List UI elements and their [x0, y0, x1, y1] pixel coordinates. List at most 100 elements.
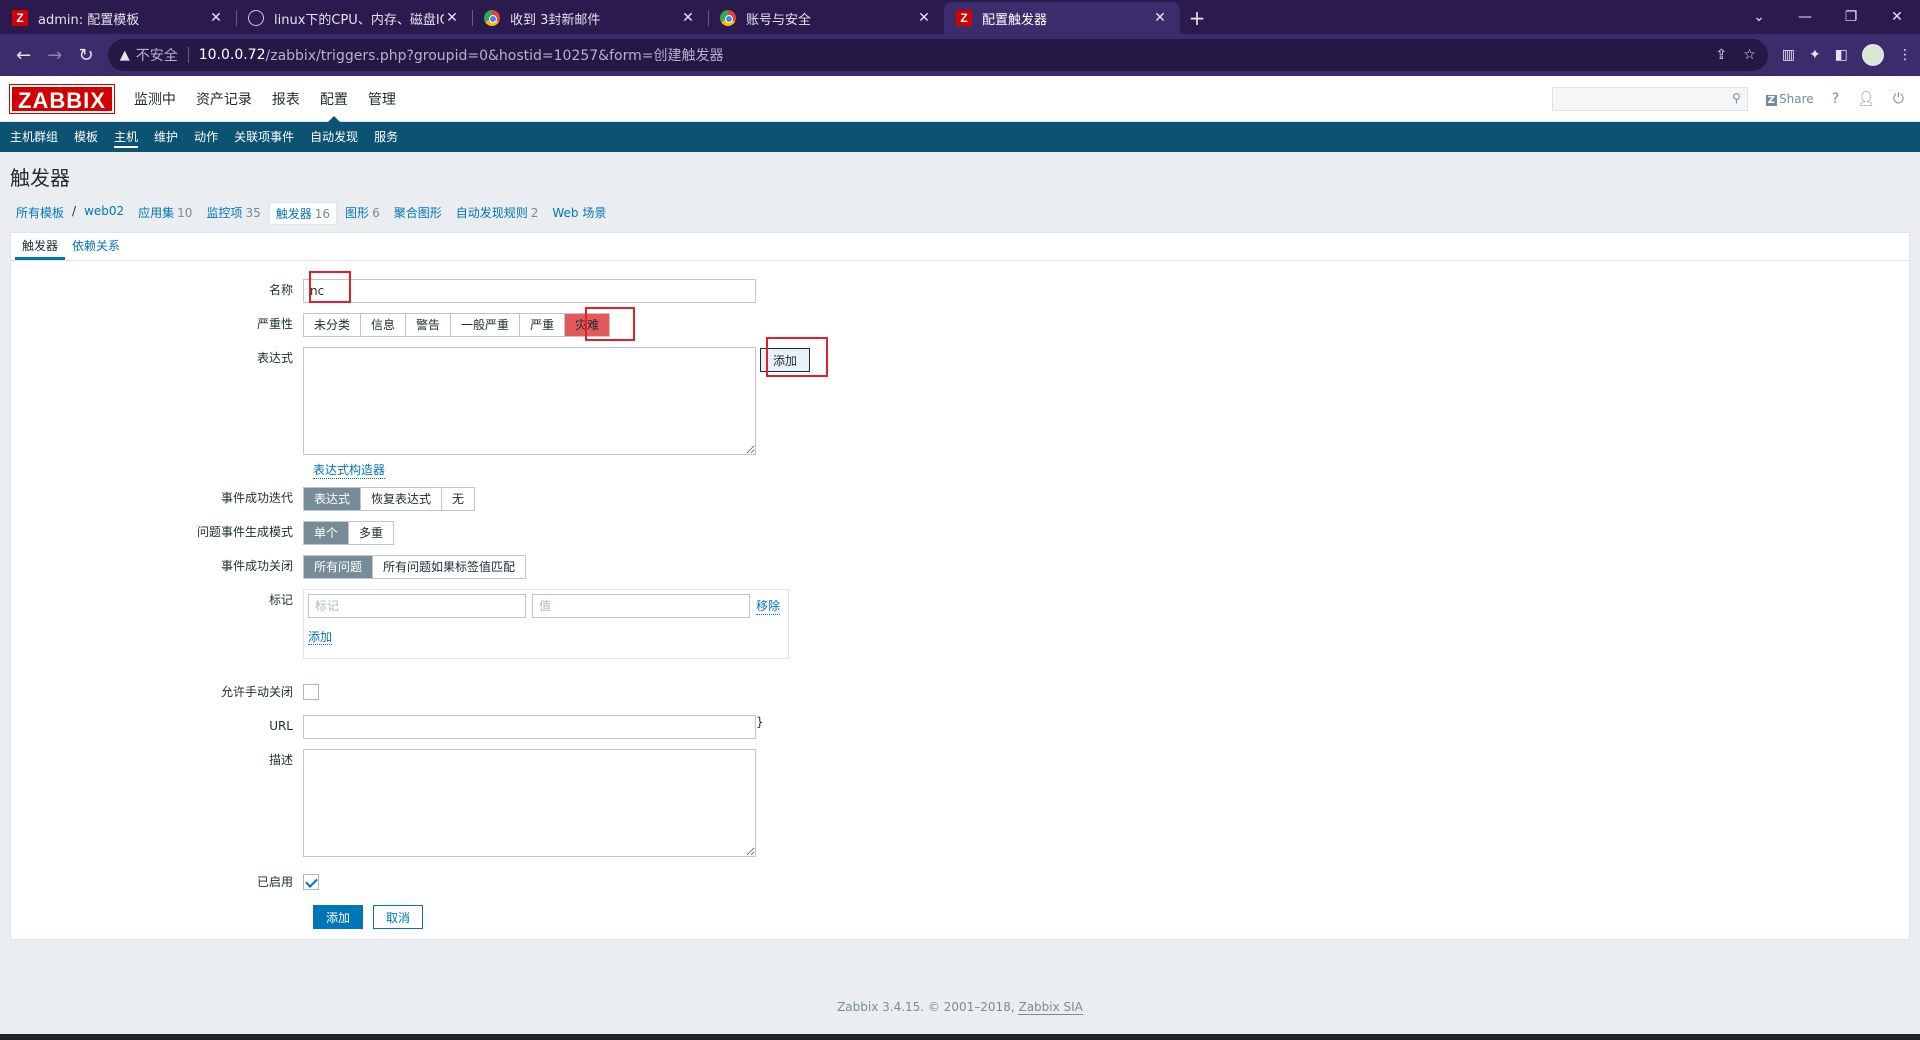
breadcrumb-all-templates[interactable]: 所有模板 [10, 202, 70, 225]
close-icon[interactable]: ✕ [916, 10, 932, 26]
name-input[interactable] [303, 279, 756, 303]
sub-menu-actions[interactable]: 动作 [186, 122, 226, 152]
address-bar[interactable]: ▲ 不安全 10.0.0.72 /zabbix/triggers.php?gro… [107, 39, 1768, 71]
severity-average[interactable]: 一般严重 [451, 314, 521, 336]
logout-icon[interactable]: ⏻ [1893, 91, 1904, 107]
menu-kebab-icon[interactable]: ⋮ [1898, 47, 1912, 63]
close-window-icon[interactable]: ✕ [1874, 9, 1920, 25]
user-profile-icon[interactable]: 👤︎ [1857, 91, 1875, 107]
tag-value-input[interactable] [532, 594, 750, 618]
sub-menu-templates[interactable]: 模板 [66, 122, 106, 152]
browser-tab-2[interactable]: linux下的CPU、内存、磁盘IO、 ✕ [236, 2, 472, 34]
url-input[interactable] [303, 715, 756, 739]
back-icon[interactable]: ← [8, 39, 39, 71]
browser-tab-1[interactable]: Z admin: 配置模板 ✕ [0, 2, 236, 34]
footer-link[interactable]: Zabbix SIA [1018, 1000, 1083, 1015]
new-tab-button[interactable]: + [1180, 2, 1214, 34]
top-menu-configuration[interactable]: 配置 [310, 76, 358, 122]
breadcrumb-label: 聚合图形 [393, 206, 442, 220]
breadcrumb-host[interactable]: web02 [78, 202, 130, 225]
breadcrumb-count: 10 [177, 206, 193, 220]
close-icon[interactable]: ✕ [680, 10, 696, 26]
zabbix-logo[interactable]: ZABBIX [9, 83, 115, 114]
problem-mode-label: 问题事件生成模式 [196, 525, 293, 539]
manual-close-checkbox[interactable] [303, 684, 319, 700]
expression-builder-link[interactable]: 表达式构造器 [313, 461, 386, 479]
sub-menu-hosts[interactable]: 主机 [106, 122, 146, 152]
close-icon[interactable]: ✕ [1152, 10, 1168, 26]
tab-title: 收到 3封新邮件 [510, 12, 601, 28]
breadcrumb-applications[interactable]: 应用集 10 [132, 202, 198, 225]
problem-mode-multiple[interactable]: 多重 [349, 522, 394, 544]
insecure-label: 不安全 [135, 48, 178, 64]
breadcrumb-graphs[interactable]: 图形 6 [339, 202, 386, 225]
problem-mode-selector: 单个 多重 [303, 521, 395, 545]
share-button[interactable]: Z Share [1765, 92, 1814, 106]
browser-tab-4[interactable]: 账号与安全 ✕ [708, 2, 944, 34]
bookmark-star-icon[interactable]: ☆ [1743, 47, 1756, 63]
reload-icon[interactable]: ↻ [70, 39, 101, 71]
breadcrumb-triggers[interactable]: 触发器 16 [268, 202, 338, 225]
sub-menu-services[interactable]: 服务 [366, 122, 406, 152]
severity-disaster[interactable]: 灾难 [565, 314, 610, 336]
ok-event-recovery-expression[interactable]: 恢复表达式 [361, 488, 443, 510]
global-search-input[interactable]: ⚲ [1551, 86, 1748, 111]
share-icon[interactable]: ⇪ [1715, 47, 1727, 63]
close-icon[interactable]: ✕ [444, 10, 460, 26]
tab-trigger[interactable]: 触发器 [15, 233, 66, 260]
problem-mode-single[interactable]: 单个 [304, 522, 350, 544]
sub-menu-host-groups[interactable]: 主机群组 [2, 122, 66, 152]
add-expression-button[interactable]: 添加 [760, 348, 811, 372]
ok-close-tag-match[interactable]: 所有问题如果标签值匹配 [373, 556, 526, 578]
top-menu-monitoring[interactable]: 监测中 [124, 76, 186, 122]
add-button[interactable]: 添加 [313, 905, 364, 929]
ok-event-none[interactable]: 无 [442, 488, 475, 510]
remove-tag-link[interactable]: 移除 [756, 597, 781, 615]
breadcrumb-web-scenarios[interactable]: Web 场景 [546, 202, 612, 225]
add-tag-link[interactable]: 添加 [308, 630, 333, 645]
ok-close-all-problems[interactable]: 所有问题 [304, 556, 374, 578]
extensions-icon[interactable]: ✦ [1809, 47, 1821, 63]
tab-search-icon[interactable]: ⌄ [1736, 9, 1782, 25]
top-menu-administration[interactable]: 管理 [358, 76, 406, 122]
close-icon[interactable]: ✕ [208, 10, 224, 26]
tag-name-input[interactable] [308, 594, 526, 618]
cancel-button[interactable]: 取消 [373, 905, 424, 929]
sub-menu-discovery[interactable]: 自动发现 [302, 122, 366, 152]
breadcrumb-items[interactable]: 监控项 35 [200, 202, 266, 225]
search-icon[interactable]: ⚲ [1732, 91, 1741, 105]
chrome-icon [720, 10, 736, 26]
breadcrumb-label: 自动发现规则 [455, 206, 528, 220]
browser-tab-3[interactable]: 收到 3封新邮件 ✕ [472, 2, 708, 34]
ok-close-row: 事件成功关闭 所有问题 所有问题如果标签值匹配 [11, 555, 527, 579]
tab-dependencies[interactable]: 依赖关系 [65, 233, 127, 260]
ok-event-selector: 表达式 恢复表达式 无 [303, 487, 476, 511]
severity-not-classified[interactable]: 未分类 [304, 314, 362, 336]
forward-icon[interactable]: → [39, 39, 70, 71]
severity-information[interactable]: 信息 [361, 314, 407, 336]
zabbix-header: ZABBIX 监测中 资产记录 报表 配置 管理 ⚲ Z Share ? 👤︎ ⏻ [0, 76, 1920, 122]
sub-menu-correlation[interactable]: 关联项事件 [226, 122, 302, 152]
tux-icon [248, 10, 264, 26]
top-menu-inventory[interactable]: 资产记录 [186, 76, 262, 122]
description-textarea[interactable] [303, 749, 756, 857]
enabled-checkbox[interactable] [303, 874, 319, 890]
breadcrumb-discovery-rules[interactable]: 自动发现规则 2 [450, 202, 545, 225]
severity-row: 严重性 未分类 信息 警告 一般严重 严重 灾难 [11, 313, 611, 337]
top-menu-reports[interactable]: 报表 [262, 76, 310, 122]
form-tabs: 触发器 依赖关系 [11, 233, 1909, 261]
minimize-icon[interactable]: — [1782, 9, 1828, 25]
sidepanel-icon[interactable]: ◧ [1835, 47, 1848, 63]
ok-event-expression[interactable]: 表达式 [304, 488, 362, 510]
sub-menu-maintenance[interactable]: 维护 [146, 122, 186, 152]
breadcrumb-screens[interactable]: 聚合图形 [388, 202, 448, 225]
restore-icon[interactable]: ❐ [1828, 9, 1874, 25]
warning-icon[interactable]: ▲ [120, 48, 130, 63]
severity-warning[interactable]: 警告 [406, 314, 452, 336]
browser-tab-5[interactable]: Z 配置触发器 ✕ [944, 2, 1180, 34]
severity-high[interactable]: 严重 [520, 314, 566, 336]
profile-avatar[interactable] [1861, 44, 1884, 66]
expression-textarea[interactable] [303, 347, 756, 455]
reading-list-icon[interactable]: ▥ [1782, 47, 1795, 63]
help-icon[interactable]: ? [1832, 91, 1839, 107]
